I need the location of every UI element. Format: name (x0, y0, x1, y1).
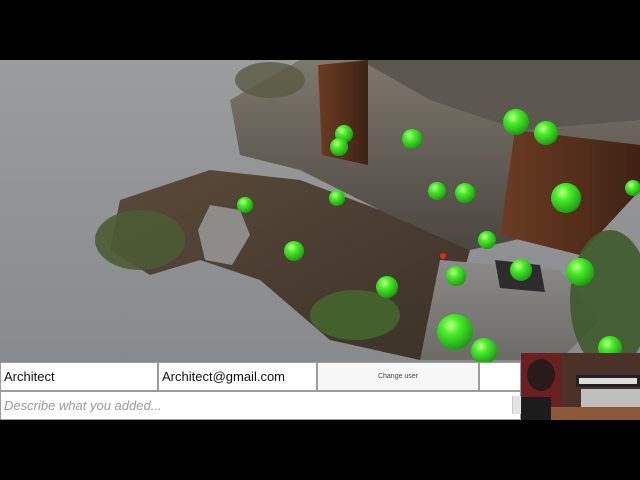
sphere-marker-icon[interactable] (566, 258, 594, 286)
change-user-button[interactable]: Change user (317, 362, 479, 391)
sphere-marker-icon[interactable] (437, 314, 473, 350)
name-field[interactable]: Architect (0, 362, 158, 391)
sphere-marker-icon[interactable] (402, 129, 422, 149)
describe-input[interactable]: Describe what you added... (0, 391, 521, 420)
webcam-overlay (521, 353, 640, 420)
sphere-marker-icon[interactable] (471, 338, 497, 364)
sphere-marker-icon[interactable] (455, 183, 475, 203)
sphere-marker-icon[interactable] (376, 276, 398, 298)
email-field[interactable]: Architect@gmail.com (158, 362, 317, 391)
describe-scrollbar[interactable] (512, 396, 521, 414)
sphere-marker-icon[interactable] (330, 138, 348, 156)
sphere-marker-icon[interactable] (478, 231, 496, 249)
red-point-marker (440, 253, 446, 259)
letterbox-top (0, 0, 640, 60)
sphere-marker-icon[interactable] (534, 121, 558, 145)
sphere-marker-icon[interactable] (510, 259, 532, 281)
sphere-marker-icon[interactable] (551, 183, 581, 213)
foliage-left (95, 210, 185, 270)
sphere-marker-icon[interactable] (237, 197, 253, 213)
sphere-marker-icon[interactable] (428, 182, 446, 200)
sphere-marker-icon[interactable] (329, 190, 345, 206)
foliage-top (235, 62, 305, 98)
sphere-marker-icon[interactable] (446, 266, 466, 286)
sphere-marker-icon[interactable] (284, 241, 304, 261)
sphere-marker-icon[interactable] (503, 109, 529, 135)
letterbox-bottom (0, 420, 640, 480)
extra-input-field[interactable] (479, 362, 521, 391)
